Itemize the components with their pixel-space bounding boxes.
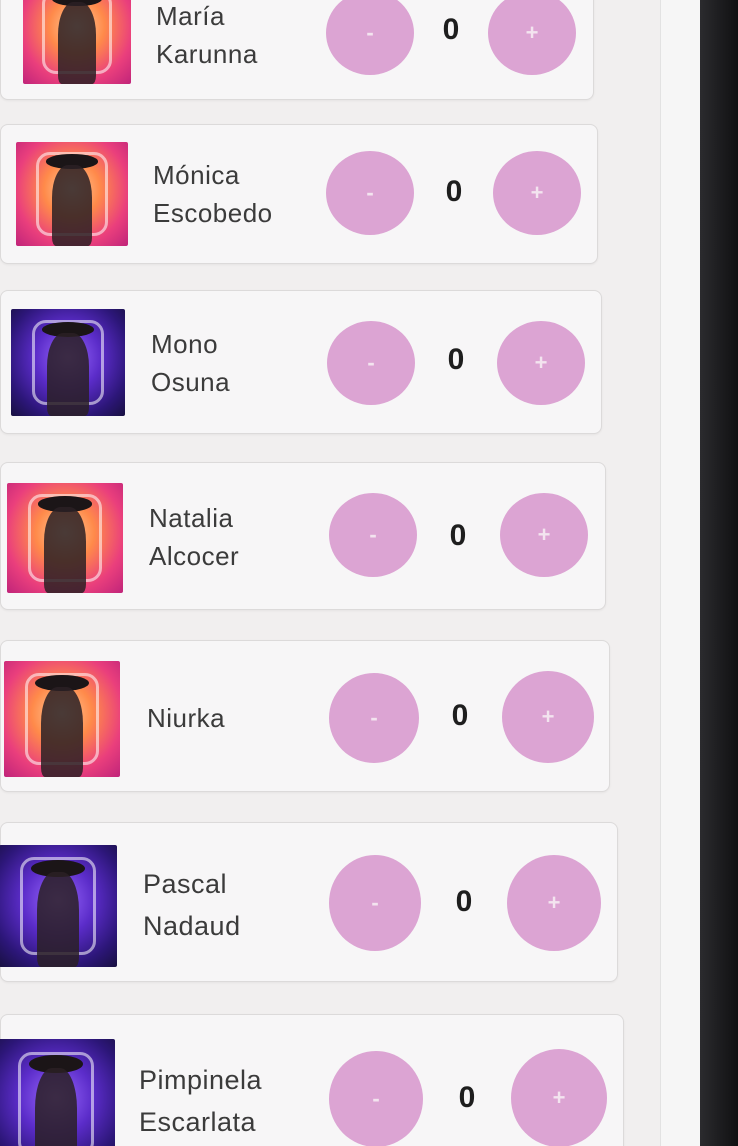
contestant-photo xyxy=(0,1039,115,1146)
decrement-button[interactable]: - xyxy=(326,151,414,235)
contestant-last-name: Nadaud xyxy=(143,911,241,941)
increment-button[interactable]: + xyxy=(493,151,581,235)
contestant-card-natalia-alcocer: Natalia Alcocer - 0 + xyxy=(0,462,606,610)
increment-button[interactable]: + xyxy=(488,0,576,75)
decrement-button[interactable]: - xyxy=(327,321,415,405)
contestant-card-pascal-nadaud: Pascal Nadaud - 0 + xyxy=(0,822,618,982)
contestant-first-name: Pimpinela xyxy=(139,1065,263,1095)
contestant-photo xyxy=(0,845,117,967)
contestant-card-niurka: Niurka - 0 + xyxy=(0,640,610,792)
contestant-photo xyxy=(11,309,125,416)
increment-button[interactable]: + xyxy=(502,671,594,763)
contestant-last-name: Karunna xyxy=(156,39,258,69)
contestant-last-name: Escobedo xyxy=(153,198,273,228)
contestant-first-name: Pascal xyxy=(143,869,228,899)
contestant-first-name: María xyxy=(156,1,225,31)
contestant-photo xyxy=(23,0,131,84)
contestant-first-name: Mónica xyxy=(153,160,240,190)
contestant-name: María Karunna xyxy=(156,0,258,73)
vote-list-screen: María Karunna - 0 + Mónica Escobedo - 0 … xyxy=(0,0,700,1146)
scrollbar-track[interactable] xyxy=(660,0,700,1146)
contestant-name: Pascal Nadaud xyxy=(143,863,241,947)
device-bezel xyxy=(700,0,738,1146)
contestant-name: Mónica Escobedo xyxy=(153,156,273,232)
vote-count: 0 xyxy=(442,13,460,46)
contestant-name: Niurka xyxy=(147,699,225,737)
contestant-photo xyxy=(16,142,128,246)
increment-button[interactable]: + xyxy=(500,493,588,577)
contestant-last-name: Alcocer xyxy=(149,541,240,571)
contestant-last-name: Escarlata xyxy=(139,1107,257,1137)
decrement-button[interactable]: - xyxy=(329,673,419,763)
contestant-card-pimpinela-escarlata: Pimpinela Escarlata - 0 + xyxy=(0,1014,624,1146)
vote-count: 0 xyxy=(445,175,463,208)
vote-count: 0 xyxy=(447,343,465,376)
contestant-name: Natalia Alcocer xyxy=(149,499,239,575)
contestant-card-mono-osuna: Mono Osuna - 0 + xyxy=(0,290,602,434)
contestant-last-name: Osuna xyxy=(151,367,231,397)
vote-count: 0 xyxy=(449,519,467,552)
contestant-first-name: Natalia xyxy=(149,503,234,533)
contestant-photo xyxy=(7,483,123,593)
contestant-name: Mono Osuna xyxy=(151,325,230,401)
vote-count: 0 xyxy=(455,885,473,918)
vote-count: 0 xyxy=(458,1081,476,1114)
contestant-first-name: Niurka xyxy=(147,703,226,733)
contestant-first-name: Mono xyxy=(151,329,219,359)
increment-button[interactable]: + xyxy=(507,855,601,951)
decrement-button[interactable]: - xyxy=(326,0,414,75)
decrement-button[interactable]: - xyxy=(329,1051,423,1146)
contestant-photo xyxy=(4,661,120,777)
increment-button[interactable]: + xyxy=(497,321,585,405)
increment-button[interactable]: + xyxy=(511,1049,607,1146)
decrement-button[interactable]: - xyxy=(329,855,421,951)
vote-count: 0 xyxy=(451,699,469,732)
decrement-button[interactable]: - xyxy=(329,493,417,577)
contestant-card-maria-karunna: María Karunna - 0 + xyxy=(0,0,594,100)
contestant-name: Pimpinela Escarlata xyxy=(139,1059,262,1143)
contestant-card-monica-escobedo: Mónica Escobedo - 0 + xyxy=(0,124,598,264)
